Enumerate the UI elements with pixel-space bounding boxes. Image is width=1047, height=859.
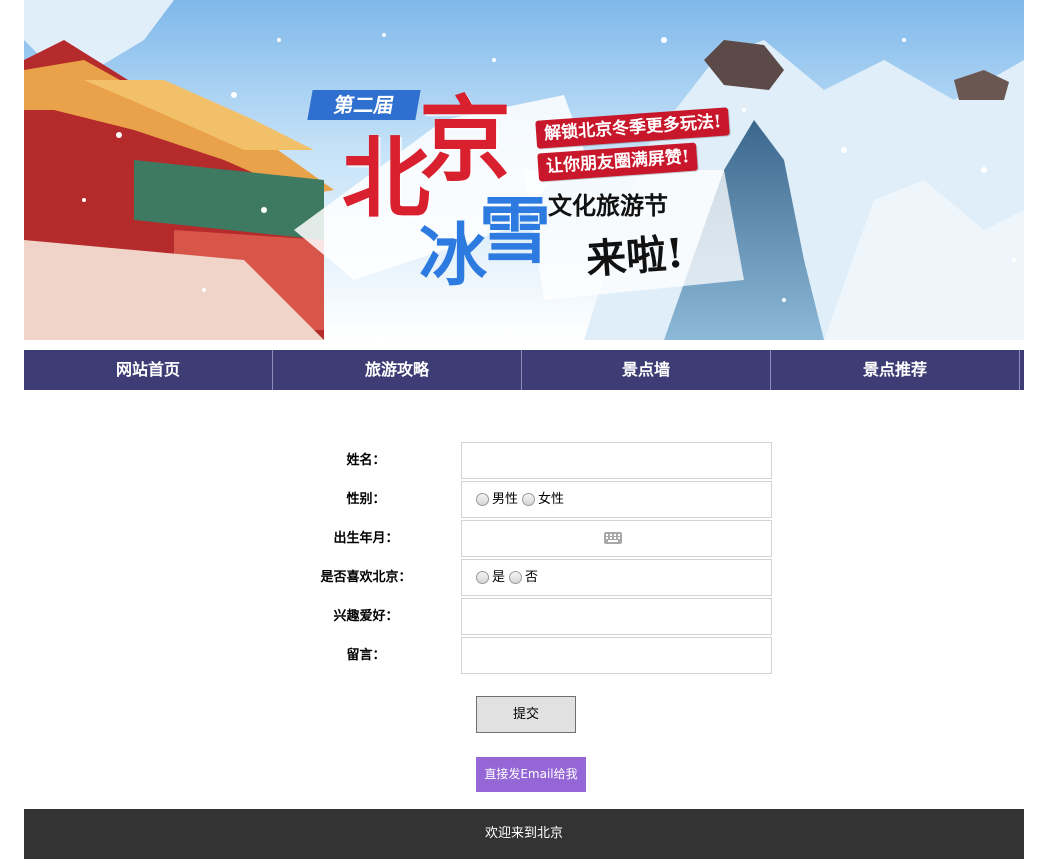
hobby-input[interactable] <box>466 600 766 633</box>
banner-illustration <box>24 0 1024 340</box>
like-yes-label: 是 <box>492 570 506 585</box>
like-no-radio[interactable] <box>509 571 523 584</box>
nav-attractions-wall[interactable]: 景点墙 <box>522 350 771 390</box>
name-label: 姓名： <box>346 453 386 468</box>
birth-date-input[interactable] <box>461 520 772 557</box>
like-no-label: 否 <box>525 570 539 585</box>
like-beijing-label: 是否喜欢北京： <box>320 570 412 585</box>
form-row-like: 是否喜欢北京： 是 否 <box>24 559 1024 596</box>
email-me-button[interactable]: 直接发Email给我 <box>476 757 586 792</box>
banner-image: 第二届 北 京 冰 雪 解锁北京冬季更多玩法! 让你朋友圈满屏赞! 文化旅游节 … <box>24 0 1024 340</box>
hobby-label: 兴趣爱好： <box>333 609 399 624</box>
page: 第二届 北 京 冰 雪 解锁北京冬季更多玩法! 让你朋友圈满屏赞! 文化旅游节 … <box>24 0 1024 859</box>
form-row-gender: 性别： 男性 女性 <box>24 481 1024 518</box>
nav-travel-guide[interactable]: 旅游攻略 <box>273 350 522 390</box>
form-row-hobby: 兴趣爱好： <box>24 598 1024 635</box>
footer: 欢迎来到北京 <box>24 809 1024 859</box>
gender-male-radio[interactable] <box>476 493 489 506</box>
festival-text: 文化旅游节 <box>548 191 668 220</box>
footer-text: 欢迎来到北京 <box>484 826 563 841</box>
birth-label: 出生年月： <box>333 531 399 546</box>
nav-recommended[interactable]: 景点推荐 <box>771 350 1020 390</box>
like-field-box: 是 否 <box>461 559 772 596</box>
comes-text: 来啦! <box>584 229 686 284</box>
message-input[interactable] <box>466 639 766 672</box>
gender-field-box: 男性 女性 <box>461 481 772 518</box>
gender-male-label: 男性 <box>492 492 519 507</box>
name-field-box <box>461 442 772 479</box>
title-char-bei: 北 <box>342 126 430 230</box>
form-row-message: 留言： <box>24 637 1024 674</box>
form-row-birth: 出生年月： <box>24 520 1024 557</box>
title-char-bing: 冰 <box>419 216 487 296</box>
message-label: 留言： <box>346 648 386 663</box>
title-char-xue: 雪 <box>479 188 551 273</box>
gender-female-label: 女性 <box>538 492 565 507</box>
nav-home[interactable]: 网站首页 <box>24 350 273 390</box>
main-nav: 网站首页 旅游攻略 景点墙 景点推荐 <box>24 350 1024 390</box>
submit-button[interactable]: 提交 <box>476 696 576 733</box>
name-input[interactable] <box>466 444 766 477</box>
gender-label: 性别： <box>346 492 386 507</box>
keyboard-icon[interactable] <box>604 532 622 544</box>
message-field-box <box>461 637 772 674</box>
form-row-name: 姓名： <box>24 442 1024 479</box>
like-yes-radio[interactable] <box>476 571 489 584</box>
hobby-field-box <box>461 598 772 635</box>
gender-female-radio[interactable] <box>522 493 536 506</box>
